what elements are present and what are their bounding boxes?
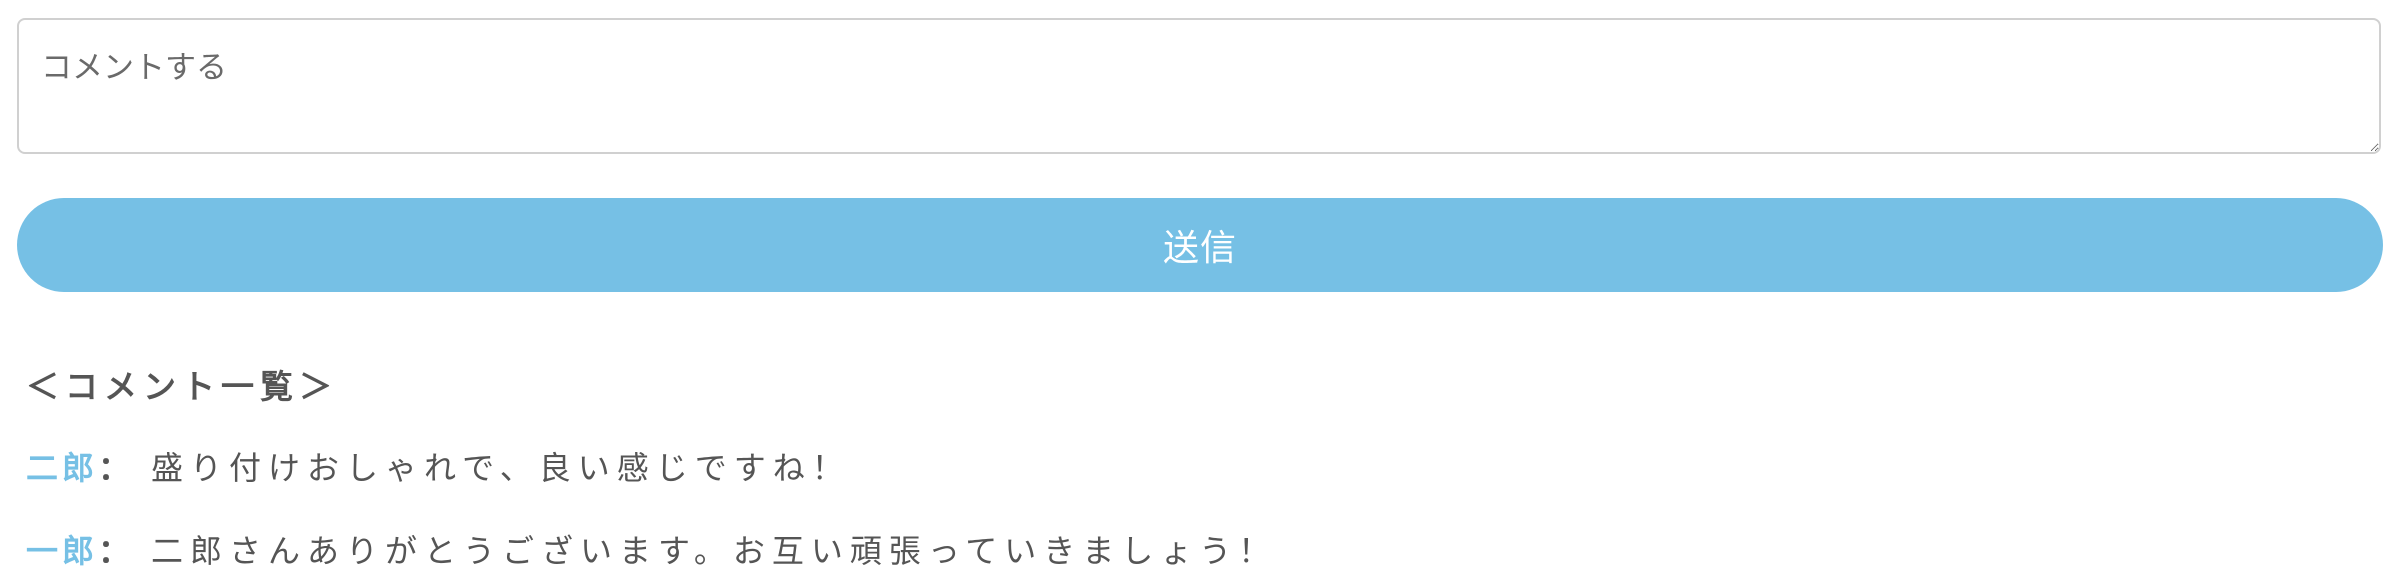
comment-text: 二郎さんありがとうございます。お互い頑張っていきましょう！ [151, 532, 1278, 570]
comment-item: 一郎： 二郎さんありがとうございます。お互い頑張っていきましょう！ [26, 526, 1277, 572]
comment-input[interactable] [17, 18, 2381, 154]
comment-list-heading: ＜コメント一覧＞ [26, 367, 338, 406]
comment-separator: ： [98, 532, 138, 570]
submit-button[interactable]: 送信 [17, 198, 2383, 292]
comment-author[interactable]: 二郎 [26, 449, 98, 487]
comment-section: 送信 ＜コメント一覧＞ 二郎：盛り付けおしゃれで、良い感じですね！ 一郎：二郎さ… [0, 0, 2402, 584]
comment-text: 盛り付けおしゃれで、良い感じですね！ [151, 449, 851, 487]
comment-author[interactable]: 一郎 [26, 532, 98, 570]
comment-item: 二郎： 盛り付けおしゃれで、良い感じですね！ [26, 443, 851, 489]
comment-separator: ： [98, 449, 138, 487]
